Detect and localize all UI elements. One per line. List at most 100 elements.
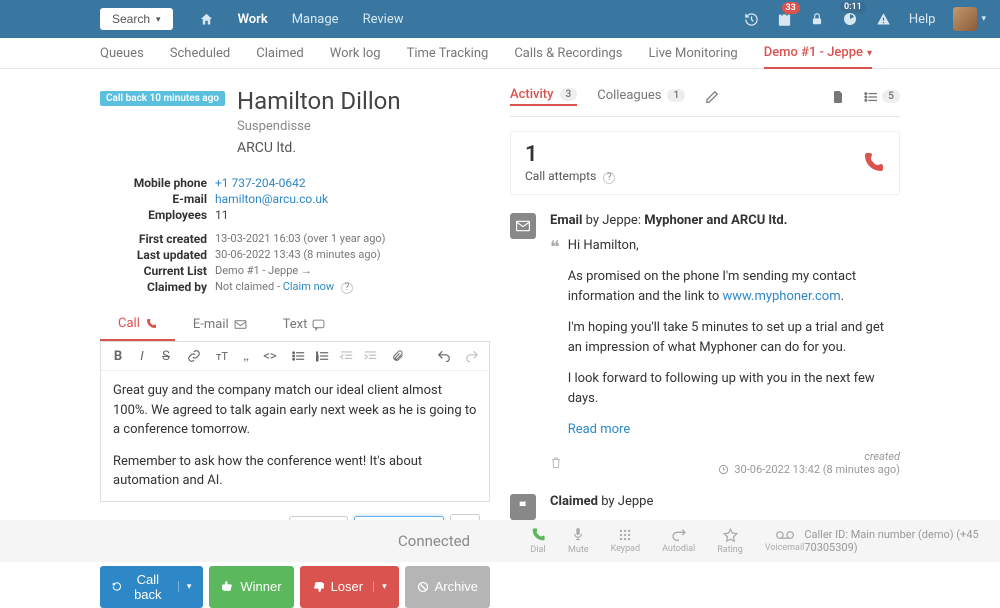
lead-fields: Mobile phone+1 737-204-0642 E-mailhamilt…	[100, 176, 490, 294]
tab-text[interactable]: Text	[265, 308, 344, 341]
tab-call[interactable]: Call	[100, 308, 175, 341]
help-icon[interactable]: ?	[603, 172, 615, 184]
avatar	[953, 7, 977, 31]
envelope-icon	[510, 213, 536, 239]
timer-icon[interactable]: 0:11	[842, 11, 858, 27]
subnav-calls[interactable]: Calls & Recordings	[514, 39, 622, 68]
history-icon[interactable]	[744, 12, 759, 27]
help-link[interactable]: Help	[909, 12, 936, 27]
bold-icon[interactable]: B	[111, 349, 125, 364]
attempts-label: Call attempts	[525, 169, 596, 183]
archive-button[interactable]: Archive	[405, 566, 490, 608]
list-count: 5	[882, 90, 900, 103]
email-link[interactable]: www.myphoner.com	[723, 289, 841, 304]
email-created: created	[718, 450, 900, 463]
attach-icon[interactable]	[391, 349, 405, 363]
indent-icon[interactable]	[363, 350, 377, 362]
callback-button[interactable]: Call back▾	[100, 566, 203, 608]
strike-icon[interactable]: S	[159, 349, 173, 364]
campaigns-icon[interactable]: 33	[777, 12, 792, 27]
list-icon[interactable]: 5	[864, 90, 900, 103]
timeline: Email by Jeppe: Myphoner and ARCU ltd. ❝…	[510, 213, 900, 532]
italic-icon[interactable]: I	[135, 349, 149, 364]
flag-icon	[510, 494, 536, 520]
email-ts: 30-06-2022 13:42 (8 minutes ago)	[734, 463, 900, 476]
winner-button[interactable]: Winner	[209, 566, 293, 608]
note-tabs: Call E-mail Text	[100, 308, 490, 342]
subnav-timetracking[interactable]: Time Tracking	[407, 39, 489, 68]
ul-icon[interactable]	[291, 350, 305, 362]
colleagues-count: 1	[667, 89, 685, 102]
note-p2: Remember to ask how the conference went!…	[113, 452, 477, 491]
home-icon[interactable]	[189, 2, 224, 37]
redo-icon[interactable]	[465, 350, 479, 362]
help-icon[interactable]: ?	[341, 282, 353, 294]
tl-email-subject: Myphoner and ARCU ltd.	[644, 213, 787, 228]
dial-button[interactable]: Dial	[530, 527, 546, 555]
rating-button[interactable]: Rating	[717, 528, 743, 555]
subnav-worklog[interactable]: Work log	[330, 39, 381, 68]
tab-colleagues[interactable]: Colleagues1	[597, 88, 685, 105]
subnav: Queues Scheduled Claimed Work log Time T…	[0, 38, 1000, 69]
nav-work[interactable]: Work	[228, 2, 278, 37]
editor-body[interactable]: Great guy and the company match our idea…	[101, 371, 489, 501]
link-icon[interactable]	[187, 349, 201, 363]
call-attempts-card: 1 Call attempts ?	[510, 131, 900, 195]
alert-icon[interactable]	[876, 12, 891, 27]
subnav-scheduled[interactable]: Scheduled	[170, 39, 230, 68]
timeline-email: Email by Jeppe: Myphoner and ARCU ltd. ❝…	[510, 213, 900, 476]
last-updated-value: 30-06-2022 13:43 (8 minutes ago)	[215, 248, 381, 262]
last-updated-label: Last updated	[100, 248, 215, 262]
quote-icon[interactable]: „	[239, 348, 253, 364]
nav-manage[interactable]: Manage	[282, 2, 349, 37]
note-p1: Great guy and the company match our idea…	[113, 381, 477, 440]
lead-company: ARCU ltd.	[237, 140, 401, 156]
loser-button[interactable]: Loser▾	[300, 566, 399, 608]
subnav-claimed[interactable]: Claimed	[256, 39, 303, 68]
textsize-icon[interactable]: тT	[215, 350, 229, 363]
quote-icon: ❝	[550, 236, 560, 440]
search-button[interactable]: Search▾	[100, 8, 173, 30]
voicemail-button[interactable]: Voicemail	[765, 529, 805, 553]
nav-review[interactable]: Review	[353, 2, 414, 37]
action-buttons: Call back▾ Winner Loser▾ Archive	[100, 566, 490, 608]
svg-text:3: 3	[316, 357, 319, 362]
trash-icon[interactable]	[550, 456, 562, 469]
email-p2: I'm hoping you'll take 5 minutes to set …	[568, 318, 900, 357]
user-menu[interactable]: ▾	[953, 7, 986, 31]
first-created-value: 13-03-2021 16:03 (over 1 year ago)	[215, 232, 385, 246]
claim-now-link[interactable]: Claim now	[283, 280, 334, 293]
subnav-livemon[interactable]: Live Monitoring	[649, 39, 738, 68]
email-label: E-mail	[100, 192, 215, 206]
editor-toolbar: B I S тT „ <> 123	[101, 342, 489, 371]
tl-email-prefix: Email	[550, 213, 586, 228]
autodial-button[interactable]: Autodial	[662, 528, 695, 554]
mobile-link[interactable]: +1 737-204-0642	[215, 176, 306, 190]
tab-activity[interactable]: Activity3	[510, 87, 577, 106]
email-hi: Hi Hamilton,	[568, 236, 900, 256]
subnav-queues[interactable]: Queues	[100, 39, 144, 68]
tab-email[interactable]: E-mail	[175, 308, 265, 341]
lock-icon[interactable]	[810, 12, 824, 26]
dialer-footer: Connected Dial Mute Keypad Autodial Rati…	[0, 520, 1000, 562]
email-p1b: .	[841, 289, 844, 304]
undo-icon[interactable]	[437, 350, 451, 362]
keypad-button[interactable]: Keypad	[611, 528, 641, 554]
outdent-icon[interactable]	[339, 350, 353, 362]
email-p3: I look forward to following up with you …	[568, 369, 900, 408]
tl-claimed-by: by Jeppe	[601, 494, 653, 509]
read-more-link[interactable]: Read more	[568, 422, 631, 437]
activity-count: 3	[560, 88, 578, 101]
ol-icon[interactable]: 123	[315, 350, 329, 362]
call-status: Connected	[398, 532, 470, 550]
campaigns-badge: 33	[782, 2, 800, 14]
email-link[interactable]: hamilton@arcu.co.uk	[215, 192, 328, 206]
mute-button[interactable]: Mute	[568, 527, 589, 555]
edit-icon[interactable]	[705, 90, 719, 104]
claimed-by-value: Not claimed - Claim now ?	[215, 280, 353, 294]
employees-label: Employees	[100, 208, 215, 222]
subnav-active-list[interactable]: Demo #1 - Jeppe	[764, 38, 872, 69]
document-icon[interactable]	[832, 90, 844, 104]
code-icon[interactable]: <>	[263, 349, 277, 364]
phone-icon	[861, 151, 885, 175]
